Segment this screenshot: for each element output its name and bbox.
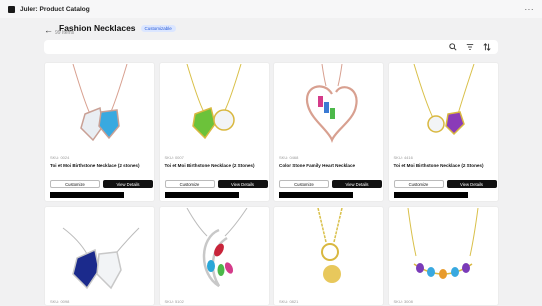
product-card[interactable]: SKU: 5102: [158, 206, 270, 306]
product-card[interactable]: SKU: 0468 Color Stone Family Heart Neckl…: [273, 62, 384, 202]
customize-button[interactable]: Customize: [393, 180, 444, 188]
customize-button[interactable]: Customize: [50, 180, 100, 188]
product-image: [160, 207, 269, 293]
view-details-button-label: View Details: [116, 181, 140, 187]
view-details-button-label: View Details: [345, 181, 369, 187]
product-grid: SKU: 0024 Toi et Moi Birthstone Necklace…: [44, 62, 499, 306]
product-card[interactable]: SKU: 0007 Toi et Moi Birthstone Necklace…: [158, 62, 270, 202]
redacted-price: [279, 192, 353, 198]
product-image: [45, 207, 154, 293]
customizable-badge: Customizable: [140, 24, 176, 32]
product-sku: SKU: 0098: [50, 299, 70, 304]
product-sku: SKU: 4416: [393, 155, 413, 160]
search-icon[interactable]: [448, 42, 458, 52]
view-details-button[interactable]: View Details: [332, 180, 382, 188]
product-card[interactable]: SKU: 3008: [387, 206, 499, 306]
redacted-price: [50, 192, 124, 198]
redacted-price: [393, 192, 468, 198]
product-sku: SKU: 5102: [164, 299, 184, 304]
product-sku: SKU: 0007: [164, 155, 184, 160]
product-image: [45, 63, 154, 149]
product-image: [274, 63, 383, 149]
product-image: [274, 207, 383, 293]
view-details-button[interactable]: View Details: [446, 180, 497, 188]
product-card[interactable]: SKU: 4416 Toi et Moi Birthstone Necklace…: [387, 62, 499, 202]
toolbar: [44, 40, 498, 54]
customize-button-label: Customize: [179, 181, 200, 187]
customize-button-label: Customize: [294, 181, 314, 187]
more-options-icon[interactable]: ···: [525, 5, 535, 14]
product-name: Toi et Moi Birthstone Necklace (2 Stones…: [164, 163, 255, 168]
view-details-button-label: View Details: [460, 181, 483, 187]
product-image: [389, 207, 498, 293]
product-card[interactable]: SKU: 0024 Toi et Moi Birthstone Necklace…: [44, 62, 155, 202]
product-name: Toi et Moi Birthstone Necklace (2 stones…: [50, 163, 140, 168]
view-details-button[interactable]: View Details: [103, 180, 153, 188]
product-sku: SKU: 0024: [50, 155, 70, 160]
app-title: Juler: Product Catalog: [20, 5, 90, 13]
product-image: [389, 63, 498, 149]
product-sku: SKU: 0468: [279, 155, 299, 160]
redacted-price: [164, 192, 239, 198]
product-card[interactable]: SKU: 0821: [273, 206, 384, 306]
view-details-button[interactable]: View Details: [217, 180, 268, 188]
view-details-button-label: View Details: [231, 181, 254, 187]
customize-button-label: Customize: [65, 181, 85, 187]
customize-button-label: Customize: [408, 181, 429, 187]
product-name: Color Stone Family Heart Necklace: [279, 163, 356, 168]
product-card[interactable]: SKU: 0098: [44, 206, 155, 306]
back-arrow-icon[interactable]: ←: [44, 25, 53, 35]
product-sku: SKU: 3008: [393, 299, 413, 304]
sort-icon[interactable]: [482, 42, 492, 52]
filter-icon[interactable]: [465, 42, 475, 52]
item-count: 99 Items: [55, 30, 75, 36]
product-sku: SKU: 0821: [279, 299, 299, 304]
customize-button[interactable]: Customize: [164, 180, 215, 188]
customize-button[interactable]: Customize: [279, 180, 329, 188]
product-image: [160, 63, 269, 149]
app-logo-icon: [8, 5, 15, 13]
product-name: Toi et Moi Birthstone Necklace (2 Stones…: [393, 163, 484, 168]
title-bar: Juler: Product Catalog ···: [0, 0, 542, 18]
